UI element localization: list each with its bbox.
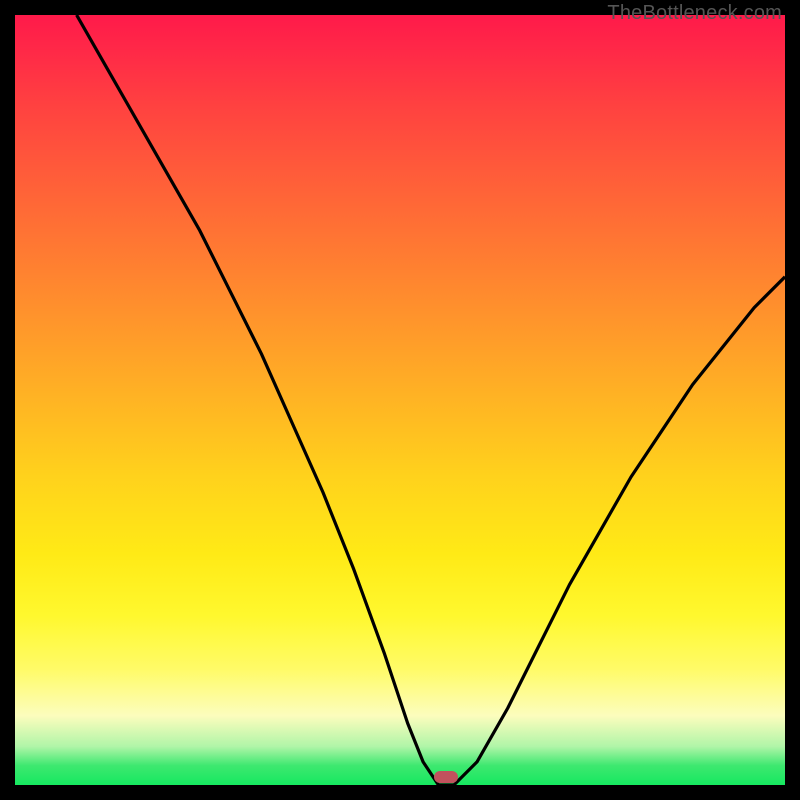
optimal-marker — [434, 771, 458, 783]
attribution-text: TheBottleneck.com — [607, 2, 782, 25]
bottleneck-chart: TheBottleneck.com — [0, 0, 800, 800]
curve-layer — [15, 15, 785, 785]
bottleneck-curve — [77, 15, 785, 785]
plot-area — [15, 15, 785, 785]
